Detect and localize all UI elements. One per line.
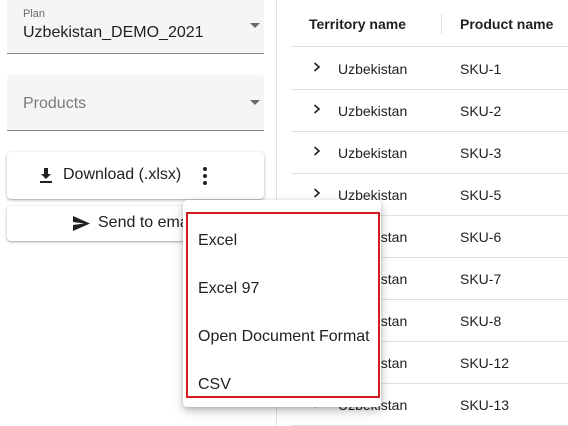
column-header-territory[interactable]: Territory name xyxy=(309,16,406,32)
table-row[interactable]: Uzbekistan SKU-1 xyxy=(291,48,568,90)
products-select[interactable]: Products xyxy=(7,75,264,131)
product-cell: SKU-6 xyxy=(460,229,502,245)
menu-item-csv[interactable]: CSV xyxy=(183,352,381,400)
menu-item-label: Excel xyxy=(198,232,238,249)
plan-value: Uzbekistan_DEMO_2021 xyxy=(23,24,204,41)
menu-item-excel[interactable]: Excel xyxy=(183,208,381,256)
column-header-product[interactable]: Product name xyxy=(460,16,553,32)
product-cell: SKU-7 xyxy=(460,271,502,287)
plan-select[interactable]: Plan Uzbekistan_DEMO_2021 xyxy=(7,0,264,54)
product-cell: SKU-2 xyxy=(460,103,502,119)
column-separator xyxy=(441,14,442,34)
menu-item-label: Open Document Format xyxy=(198,328,370,345)
chevron-down-icon xyxy=(250,100,260,105)
chevron-down-icon xyxy=(250,23,260,28)
table-row[interactable]: Uzbekistan SKU-3 xyxy=(291,132,568,174)
product-cell: SKU-5 xyxy=(460,187,502,203)
menu-item-open-document-format[interactable]: Open Document Format xyxy=(183,304,381,352)
territory-cell: Uzbekistan xyxy=(338,145,408,161)
send-icon xyxy=(73,216,90,231)
chevron-right-icon[interactable] xyxy=(313,188,321,198)
chevron-right-icon[interactable] xyxy=(313,62,321,72)
product-cell: SKU-8 xyxy=(460,313,502,329)
download-button[interactable]: Download (.xlsx) xyxy=(7,152,264,199)
product-cell: SKU-12 xyxy=(460,355,510,371)
download-button-label: Download (.xlsx) xyxy=(63,166,182,183)
more-vert-icon[interactable] xyxy=(198,164,212,188)
export-format-menu: Excel Excel 97 Open Document Format CSV xyxy=(183,200,381,407)
product-cell: SKU-13 xyxy=(460,397,510,413)
product-cell: SKU-3 xyxy=(460,145,502,161)
products-placeholder: Products xyxy=(23,95,87,112)
territory-cell: Uzbekistan xyxy=(338,103,408,119)
table-row[interactable]: Uzbekistan SKU-2 xyxy=(291,90,568,132)
plan-label: Plan xyxy=(23,8,46,20)
send-button-label: Send to ema xyxy=(98,214,189,231)
menu-item-excel-97[interactable]: Excel 97 xyxy=(183,256,381,304)
product-cell: SKU-1 xyxy=(460,61,502,77)
menu-item-label: CSV xyxy=(198,376,231,393)
download-icon xyxy=(39,168,53,184)
menu-item-label: Excel 97 xyxy=(198,280,260,297)
chevron-right-icon[interactable] xyxy=(313,146,321,156)
chevron-right-icon[interactable] xyxy=(313,104,321,114)
table-header: Territory name Product name xyxy=(291,0,568,47)
territory-cell: Uzbekistan xyxy=(338,61,408,77)
